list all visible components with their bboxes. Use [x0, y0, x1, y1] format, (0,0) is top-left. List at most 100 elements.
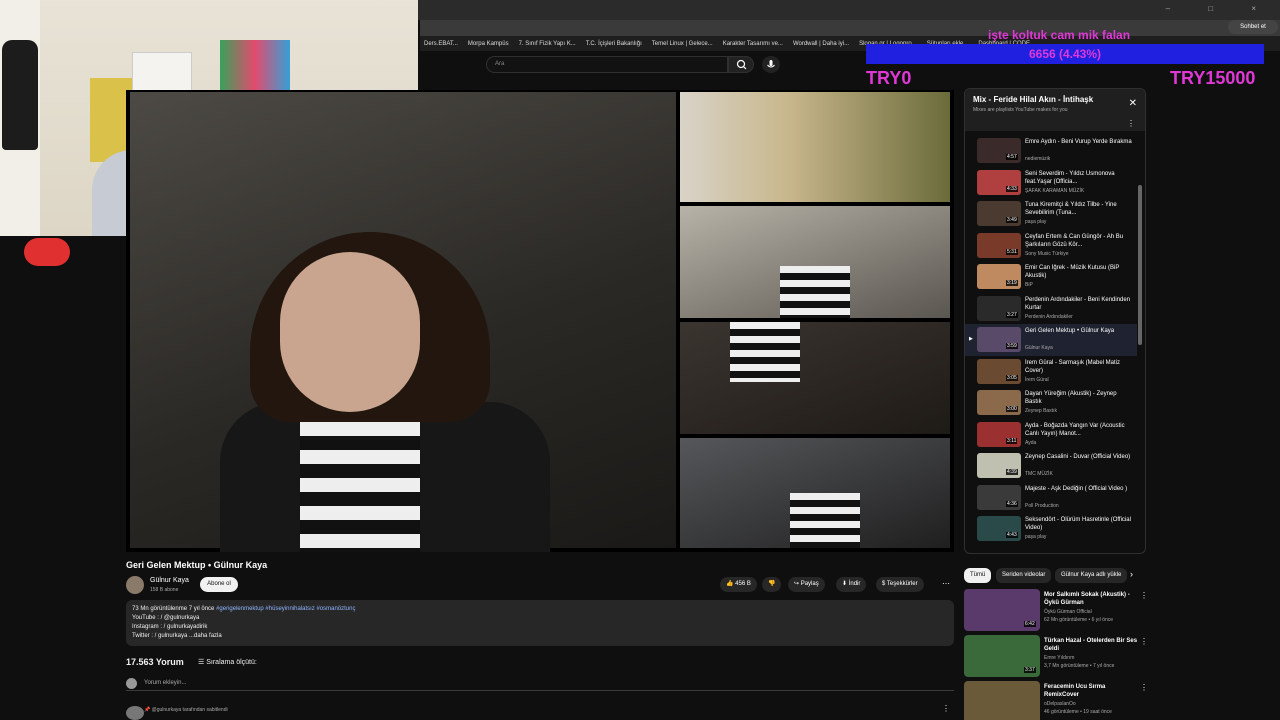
share-button[interactable]: ↪ Paylaş [788, 577, 825, 592]
playlist-item-title: Tuna Kiremitçi & Yıldız Tilbe - Yine Sev… [1025, 202, 1117, 216]
chip-all[interactable]: Tümü [964, 568, 992, 583]
recommendation-menu-icon[interactable]: ⋮ [1140, 637, 1148, 646]
sort-button[interactable]: ☰ Sıralama ölçütü: [198, 658, 257, 666]
channel-name[interactable]: Gülnur Kaya [150, 577, 189, 584]
channel-avatar[interactable] [126, 576, 144, 594]
playlist-item[interactable]: 3:05 İrem Güral - Sarmaşık (Mabel Matiz C… [965, 356, 1137, 388]
chat-button[interactable]: Sohbet et [1228, 20, 1278, 34]
hashtags[interactable]: #gerigelenmektup #hüseyinnihalatsız #osm… [216, 606, 355, 612]
bookmark-item[interactable]: Morpa Kampüs [468, 41, 509, 47]
more-actions-icon[interactable]: ⋯ [942, 579, 950, 588]
playlist-item-duration: 4:57 [1006, 154, 1018, 160]
playlist-item[interactable]: 3:11 Ayda - Boğazda Yangın Var (Acoustic … [965, 419, 1137, 451]
recommendation-channel: oDelpaslanOo [1044, 701, 1076, 707]
recommendation-duration: 6:42 [1024, 621, 1036, 627]
dislike-button[interactable]: 👎 [762, 577, 782, 592]
playlist-item[interactable]: 3:19 Emir Can İğrek - Müzik Kutusu (BiP A… [965, 261, 1137, 293]
chevron-right-icon[interactable]: › [1130, 569, 1133, 579]
playlist-item-channel: TMC MÜZİK [1025, 471, 1053, 477]
playlist-item-duration: 3:19 [1006, 280, 1018, 286]
comment-avatar[interactable] [126, 706, 144, 720]
search-input[interactable]: Ara [486, 56, 728, 73]
playlist-title[interactable]: Mix - Feride Hilal Akın - İntihaşk [973, 95, 1137, 104]
donation-progress-bar: 6656 (4.43%) [866, 44, 1264, 64]
bookmark-item[interactable]: 7. Sınıf Fizik Yapı K... [519, 41, 576, 47]
playlist-item-channel: nediemüzik [1025, 156, 1051, 162]
playlist-item-duration: 4:43 [1006, 532, 1018, 538]
bookmark-item[interactable]: Wordwall | Daha iyi... [793, 41, 849, 47]
description-box[interactable]: 73 Mn görüntülenme 7 yıl önce #gerigelen… [126, 600, 954, 646]
browser-address-bar[interactable] [420, 20, 1280, 36]
subscribe-button[interactable]: Abone ol [200, 577, 238, 592]
recommendation-item[interactable]: 3:37 Türkan Hazal - Ötelerden Bir Ses Gel… [964, 635, 1154, 679]
download-icon: ⬇ [842, 581, 849, 587]
playlist-item-duration: 3:00 [1006, 406, 1018, 412]
playlist-item[interactable]: 3:49 Tuna Kiremitçi & Yıldız Tilbe - Yine… [965, 198, 1137, 230]
playlist-item-duration: 3:11 [1006, 437, 1018, 444]
view-count: 73 Mn görüntülenme 7 yıl önce [132, 606, 215, 612]
singer [220, 232, 550, 552]
like-button[interactable]: 👍 456 B [720, 577, 757, 592]
playlist-item[interactable]: 4:57 Emre Aydın - Beni Vurup Yerde Bırakm… [965, 135, 1137, 167]
bookmark-item[interactable]: Temel Linux | Gelece... [652, 41, 713, 47]
recommendation-meta: 46 görüntüleme • 19 saat önce [1044, 709, 1112, 715]
video-tile-main [130, 92, 676, 552]
playlist-scrollbar[interactable] [1138, 185, 1142, 345]
bookmark-item[interactable]: Karakter Tasarımı ve... [723, 41, 783, 47]
playlist-item[interactable]: 4:43 Seksendört - Ölürüm Hasretinle (Offi… [965, 513, 1137, 545]
recommendation-meta: 62 Mn görüntüleme • 6 yıl önce [1044, 617, 1114, 623]
video-title: Geri Gelen Mektup • Gülnur Kaya [126, 560, 268, 570]
singer-face [280, 252, 420, 412]
playlist-item[interactable]: 4:36 Majeste - Aşk Dediğin ( Official Vid… [965, 482, 1137, 514]
donation-current-amount: TRY0 [866, 68, 912, 88]
window-controls[interactable]: – □ × [1166, 4, 1274, 13]
download-button[interactable]: ⬇ İndir [836, 577, 867, 592]
recommendation-item[interactable]: 6:42 Mor Salkımlı Sokak (Akustik) - Öykü … [964, 589, 1154, 633]
recommendation-thumbnail[interactable] [964, 681, 1040, 720]
donation-progress-label: 6656 (4.43%) [1028, 47, 1102, 61]
singer-shirt [300, 422, 420, 552]
description-twitter[interactable]: Twitter : / gulnurkaya ...daha fazla [132, 632, 948, 641]
microphone-icon [767, 60, 775, 68]
thanks-label: Teşekkürler [886, 581, 918, 587]
search-icon [736, 59, 747, 70]
video-tile-2 [680, 206, 950, 318]
recommendation-item[interactable]: Feracemin Ucu Sırma RemixCover oDelpaslan… [964, 681, 1154, 720]
playlist-subtitle: Mixes are playlists YouTube makes for yo… [973, 107, 1068, 113]
playlist-item[interactable]: 4:33 Seni Severdim - Yıldız Usmonova feat… [965, 167, 1137, 199]
playlist-item-duration: 3:27 [1006, 311, 1018, 318]
playlist-item-title: Zeynep Casalini - Duvar (Official Video) [1025, 454, 1131, 460]
playlist-item-duration: 3:05 [1006, 374, 1018, 381]
playlist-item-channel: paşa play [1025, 534, 1047, 540]
playlist-item[interactable]: 4:39 Zeynep Casalini - Duvar (Official Vi… [965, 450, 1137, 482]
playlist-item-duration: 4:33 [1006, 185, 1018, 192]
playlist-panel: Mix - Feride Hilal Akın - İntihaşk Mixes… [964, 88, 1146, 554]
chip-channel[interactable]: Gülnur Kaya adlı yükle [1055, 568, 1128, 583]
video-player[interactable] [126, 90, 954, 552]
recommendation-menu-icon[interactable]: ⋮ [1140, 591, 1148, 600]
video-tile-3 [680, 322, 950, 434]
sort-label: Sıralama ölçütü: [206, 659, 257, 666]
bookmark-item[interactable]: T.C. İçişleri Bakanlığı [586, 41, 642, 47]
playlist-item[interactable]: 3:27 Perdenin Ardındakiler - Beni Kendind… [965, 293, 1137, 325]
add-comment-input[interactable]: Yorum ekleyin... [126, 678, 954, 691]
close-icon[interactable]: ✕ [1129, 98, 1137, 109]
playlist-item-title: Seksendört - Ölürüm Hasretinle (Official… [1025, 517, 1131, 531]
playlist-item[interactable]: 3:00 Dayan Yüreğim (Akustik) - Zeynep Bas… [965, 387, 1137, 419]
playlist-item[interactable]: ▶ 3:59 Geri Gelen Mektup • Gülnur Kaya Güln… [965, 324, 1137, 356]
playlist-item-duration: 5:31 [1006, 248, 1018, 255]
chip-series[interactable]: Seriden videolar [996, 568, 1052, 583]
comment-menu-icon[interactable]: ⋮ [942, 704, 950, 713]
voice-search-button[interactable] [762, 56, 780, 73]
thanks-button[interactable]: $ Teşekkürler [876, 577, 924, 592]
playlist-menu-icon[interactable]: ⋮ [1127, 119, 1135, 128]
donation-goal-amount: TRY15000 [1170, 68, 1256, 88]
playlist-item-channel: paşa play [1025, 219, 1047, 225]
recommendation-title: Feracemin Ucu Sırma RemixCover [1044, 684, 1106, 698]
playlist-item[interactable]: 5:31 Ceyfan Ertem & Can Güngör - Ah Bu Şa… [965, 230, 1137, 262]
recommendation-menu-icon[interactable]: ⋮ [1140, 683, 1148, 692]
playlist-item-title: Ceyfan Ertem & Can Güngör - Ah Bu Şarkıl… [1025, 233, 1124, 248]
search-button[interactable] [728, 56, 754, 73]
playlist-item-duration: 4:36 [1006, 500, 1018, 507]
bookmark-item[interactable]: Ders.EBAT... [424, 41, 458, 47]
